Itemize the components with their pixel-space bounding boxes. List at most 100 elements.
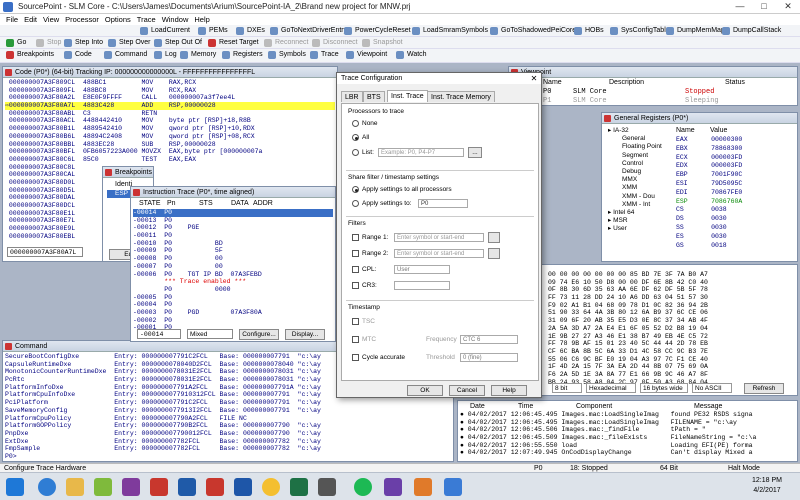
disconnect-button[interactable]: Disconnect bbox=[312, 38, 358, 48]
itrace-row[interactable]: -00010 P0 BD bbox=[133, 240, 333, 248]
list-input[interactable]: Example: P0, P4-P7 bbox=[378, 148, 464, 157]
range2-pick-icon[interactable] bbox=[488, 248, 500, 259]
register-row[interactable]: GS 0018 bbox=[676, 242, 796, 251]
registers-view-button[interactable]: Registers bbox=[222, 50, 263, 60]
dump-mem-map-button[interactable]: DumpMemMap bbox=[666, 26, 725, 36]
register-row[interactable]: EBX 78868300 bbox=[676, 145, 796, 154]
menu-view[interactable]: View bbox=[43, 14, 59, 25]
code-row[interactable]: 000000007A3F80ABL C3 RETN bbox=[5, 110, 335, 118]
tsc-checkbox[interactable] bbox=[352, 318, 359, 325]
code-row[interactable]: 000000007A3F80C6L 85C0 TEST EAX,EAX bbox=[5, 156, 335, 164]
tab-inst-trace-memory[interactable]: Inst. Trace Memory bbox=[427, 91, 495, 102]
code-row[interactable]: 000000007A3F80BFL 0FB6057223A000 MOVZX E… bbox=[5, 148, 335, 156]
range2-input[interactable]: Enter symbol or start-end bbox=[394, 249, 484, 258]
store-icon[interactable] bbox=[94, 478, 112, 496]
code-row[interactable]: 000000007A3F80B6L 48894C2408 MOV qword p… bbox=[5, 133, 335, 141]
step-over-button[interactable]: Step Over bbox=[108, 38, 151, 48]
menu-processor[interactable]: Processor bbox=[65, 14, 99, 25]
radio-apply-all[interactable] bbox=[352, 186, 359, 193]
code-row[interactable]: 000000007A3F809FL 488BC8 MOV RCX,RAX bbox=[5, 87, 335, 95]
register-group[interactable]: ▸ User bbox=[608, 225, 672, 233]
configure-button[interactable]: Configure... bbox=[239, 329, 279, 340]
trace-view-button[interactable]: Trace bbox=[310, 50, 339, 60]
display-button[interactable]: Display... bbox=[285, 329, 325, 340]
cr3-input[interactable] bbox=[394, 281, 450, 290]
menu-help[interactable]: Help bbox=[194, 14, 209, 25]
visual-studio-icon[interactable] bbox=[384, 478, 402, 496]
itrace-row[interactable]: -00002 P0 bbox=[133, 317, 333, 325]
frequency-select[interactable]: CTC 6 bbox=[460, 335, 518, 344]
vp-row-desc[interactable]: SLM Core bbox=[573, 97, 607, 105]
apply-to-select[interactable]: P0 bbox=[418, 199, 468, 208]
app-icon[interactable] bbox=[318, 478, 336, 496]
itrace-row[interactable]: P0 0000 bbox=[133, 286, 333, 294]
menu-trace[interactable]: Trace bbox=[137, 14, 156, 25]
register-group[interactable]: XMM - Dou bbox=[608, 193, 672, 201]
code-row[interactable]: 000000007A3F80B1L 4889542410 MOV qword p… bbox=[5, 125, 335, 133]
range2-checkbox[interactable] bbox=[352, 250, 359, 257]
menu-edit[interactable]: Edit bbox=[24, 14, 37, 25]
onenote-icon[interactable] bbox=[122, 478, 140, 496]
code-row[interactable]: 000000007A3F80C8L bbox=[5, 164, 335, 172]
dump-call-stack-button[interactable]: DumpCallStack bbox=[722, 26, 781, 36]
register-row[interactable]: DS 0030 bbox=[676, 215, 796, 224]
itrace-row[interactable]: -00009 P0 5F bbox=[133, 247, 333, 255]
code-row[interactable]: 000000007A3F809CL 488BC1 MOV RAX,RCX bbox=[5, 79, 335, 87]
ie-icon[interactable] bbox=[38, 478, 56, 496]
stop-button[interactable]: Stop bbox=[36, 38, 61, 48]
load-smram-symbols-button[interactable]: LoadSmramSymbols bbox=[412, 26, 488, 36]
dialog-close-button[interactable]: ✕ bbox=[527, 73, 541, 84]
register-row[interactable]: ESP 7086760A bbox=[676, 198, 796, 207]
teams-icon[interactable] bbox=[444, 478, 462, 496]
refresh-button[interactable]: Refresh bbox=[744, 383, 784, 394]
itrace-row[interactable]: -00005 P0 bbox=[133, 294, 333, 302]
sys-config-table-button[interactable]: SysConfigTable bbox=[610, 26, 670, 36]
code-address-input[interactable]: 000000007A3F80A7L bbox=[7, 247, 83, 257]
reset-target-button[interactable]: Reset Target bbox=[208, 38, 259, 48]
register-row[interactable]: EDX 000003FD bbox=[676, 162, 796, 171]
snapshot-button[interactable]: Snapshot bbox=[362, 38, 403, 48]
register-row[interactable]: SS 0030 bbox=[676, 224, 796, 233]
state-input[interactable]: -00014 bbox=[137, 329, 181, 339]
tab-bts[interactable]: BTS bbox=[363, 91, 385, 102]
cpl-checkbox[interactable] bbox=[352, 266, 359, 273]
hobs-button[interactable]: HOBs bbox=[574, 26, 604, 36]
excel-icon[interactable] bbox=[290, 478, 308, 496]
itrace-row[interactable]: -00004 P0 bbox=[133, 301, 333, 309]
step-into-button[interactable]: Step Into bbox=[64, 38, 103, 48]
register-group[interactable]: Control bbox=[608, 160, 672, 168]
goto-shadowed-peicore-button[interactable]: GoToShadowedPeiCore bbox=[490, 26, 576, 36]
breakpoints-view-button[interactable]: Breakpoints bbox=[6, 50, 54, 60]
cycle-accurate-checkbox[interactable] bbox=[352, 354, 359, 361]
sourcepoint-icon[interactable] bbox=[414, 478, 432, 496]
register-row[interactable]: EAX 00000300 bbox=[676, 136, 796, 145]
mtc-checkbox[interactable] bbox=[352, 336, 359, 343]
code-view-button[interactable]: Code bbox=[64, 50, 92, 60]
radix-select[interactable]: Hexadecimal bbox=[586, 383, 636, 393]
register-group[interactable]: Segment bbox=[608, 152, 672, 160]
bytes-wide-select[interactable]: 16 bytes wide bbox=[640, 383, 688, 393]
dxes-button[interactable]: DXEs bbox=[236, 26, 265, 36]
outlook-icon[interactable] bbox=[178, 478, 196, 496]
register-row[interactable]: EDI 70867FE0 bbox=[676, 189, 796, 198]
watch-view-button[interactable]: Watch bbox=[396, 50, 427, 60]
code-row[interactable]: 000000007A3F80A2L E8E0F9FFFF CALL 000000… bbox=[5, 94, 335, 102]
minimize-button[interactable]: — bbox=[728, 0, 752, 14]
close-button[interactable]: ✕ bbox=[776, 0, 800, 14]
menu-options[interactable]: Options bbox=[105, 14, 131, 25]
clock-date[interactable]: 4/2/2017 bbox=[742, 487, 792, 494]
range1-input[interactable]: Enter symbol or start-end bbox=[394, 233, 484, 242]
pems-button[interactable]: PEMs bbox=[198, 26, 228, 36]
reconnect-button[interactable]: Reconnect bbox=[264, 38, 308, 48]
itrace-row[interactable]: -00003 P0 PGD 07A3F80A bbox=[133, 309, 333, 317]
spotify-icon[interactable] bbox=[354, 478, 372, 496]
width-select[interactable]: 8 bit bbox=[552, 383, 582, 393]
log-view-button[interactable]: Log bbox=[154, 50, 177, 60]
cr3-checkbox[interactable] bbox=[352, 282, 359, 289]
itrace-row[interactable]: -00007 P0 00 bbox=[133, 263, 333, 271]
register-group[interactable]: ▸ Intel 64 bbox=[608, 209, 672, 217]
register-group[interactable]: ▸ MSR bbox=[608, 217, 672, 225]
code-row[interactable]: 000000007A3F80CAL bbox=[5, 171, 335, 179]
register-group[interactable]: ▸ IA-32 bbox=[608, 127, 672, 135]
register-row[interactable]: ECX 000003FD bbox=[676, 154, 796, 163]
